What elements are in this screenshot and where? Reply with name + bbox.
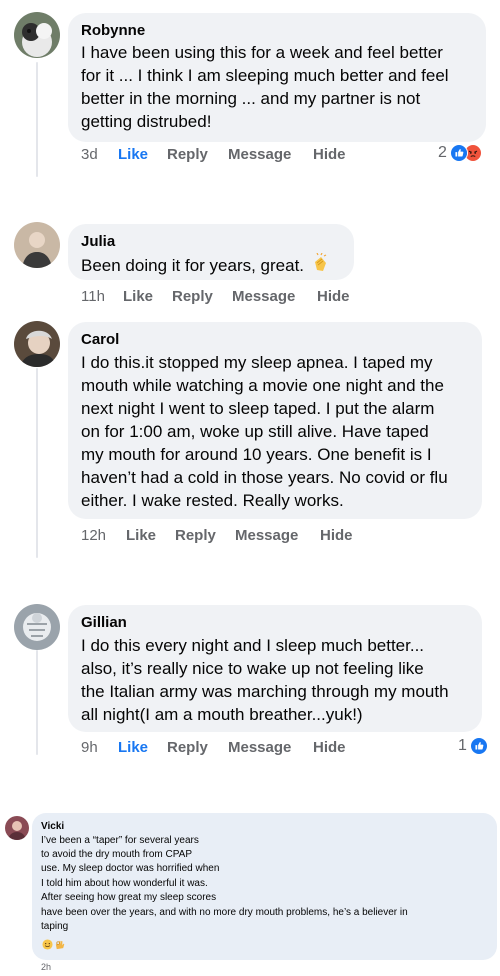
reply-button[interactable]: Reply	[167, 739, 208, 756]
timestamp[interactable]: 11h	[81, 288, 105, 305]
comment-text: Been doing it for years, great.	[81, 252, 331, 277]
hide-button[interactable]: Hide	[317, 288, 350, 305]
comment-author[interactable]: Vicki	[41, 821, 64, 832]
thread-line	[36, 62, 38, 177]
clapping-hands-icon	[309, 252, 331, 275]
message-button[interactable]: Message	[228, 146, 291, 163]
reply-button[interactable]: Reply	[167, 146, 208, 163]
message-button[interactable]: Message	[235, 527, 298, 544]
timestamp[interactable]: 12h	[81, 527, 106, 544]
comment-actions: 12h Like Reply Message Hide	[81, 527, 381, 547]
avatar[interactable]	[5, 816, 29, 840]
message-button[interactable]: Message	[228, 739, 291, 756]
reaction-summary[interactable]: 2	[438, 144, 482, 162]
smiling-face-icon	[42, 937, 53, 950]
emoji-row	[42, 937, 65, 950]
reply-button[interactable]: Reply	[175, 527, 216, 544]
comment-author[interactable]: Julia	[81, 233, 115, 250]
avatar[interactable]	[14, 12, 60, 58]
comment-author[interactable]: Robynne	[81, 22, 145, 39]
hide-button[interactable]: Hide	[320, 527, 353, 544]
like-icon	[469, 737, 488, 755]
avatar[interactable]	[14, 604, 60, 650]
comment-author[interactable]: Carol	[81, 331, 119, 348]
avatar[interactable]	[14, 321, 60, 367]
like-button[interactable]: Like	[118, 739, 148, 756]
thread-line	[36, 368, 38, 558]
comment-actions: 11h Like Reply Message Hide	[81, 288, 381, 308]
reaction-count: 1	[458, 737, 467, 754]
timestamp[interactable]: 3d	[81, 146, 98, 163]
comment-actions: 3d Like Reply Message Hide	[81, 146, 491, 166]
like-icon	[449, 144, 468, 162]
hide-button[interactable]: Hide	[313, 146, 346, 163]
thread-line	[36, 650, 38, 755]
reaction-count: 2	[438, 144, 447, 161]
message-button[interactable]: Message	[232, 288, 295, 305]
ok-hand-icon	[54, 937, 65, 950]
reaction-summary[interactable]: 1	[458, 737, 488, 755]
like-button[interactable]: Like	[126, 527, 156, 544]
timestamp[interactable]: 9h	[81, 739, 98, 756]
like-button[interactable]: Like	[123, 288, 153, 305]
comment-author[interactable]: Gillian	[81, 614, 127, 631]
comment-actions: 9h Like Reply Message Hide	[81, 739, 381, 759]
avatar[interactable]	[14, 222, 60, 268]
like-button[interactable]: Like	[118, 146, 148, 163]
timestamp[interactable]: 2h	[41, 962, 51, 972]
reply-button[interactable]: Reply	[172, 288, 213, 305]
hide-button[interactable]: Hide	[313, 739, 346, 756]
